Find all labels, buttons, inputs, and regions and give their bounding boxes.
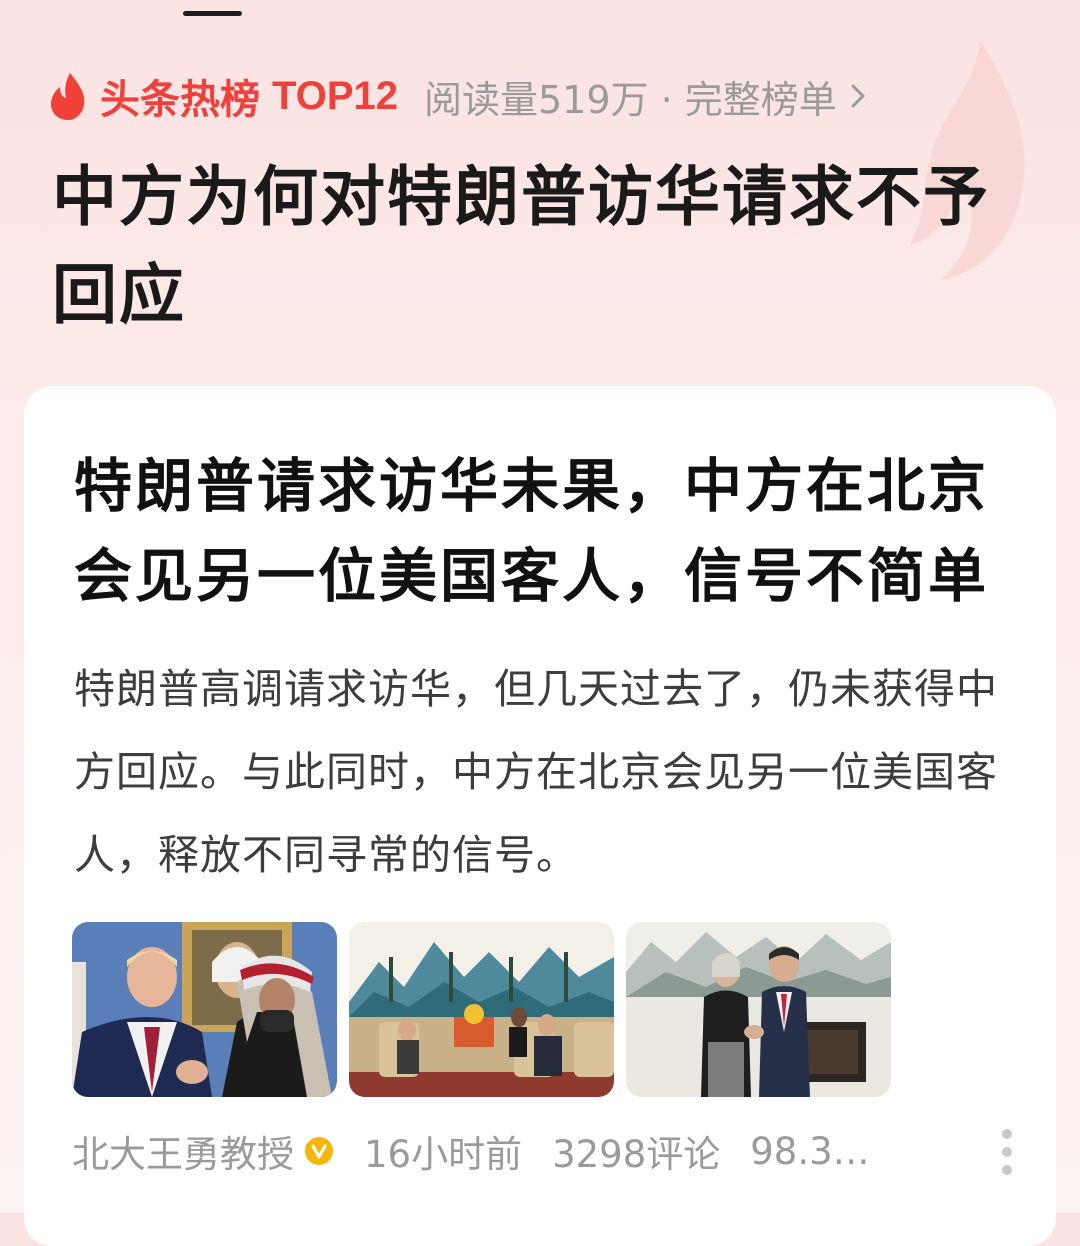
hot-list-bar[interactable]: 头条热榜 TOP12 阅读量519万 · 完整榜单 [48, 68, 948, 124]
read-count-full-list-link[interactable]: 阅读量519万 · 完整榜单 [424, 69, 837, 124]
read-count: 98.3… [750, 1129, 870, 1173]
article-image-3[interactable] [626, 922, 891, 1097]
author-name[interactable]: 北大王勇教授 [72, 1124, 294, 1178]
verified-badge-icon [305, 1137, 333, 1165]
drag-handle[interactable] [183, 11, 242, 16]
hot-list-label: 头条热榜 [100, 78, 260, 122]
comment-count: 3298评论 [552, 1133, 721, 1176]
chevron-right-icon[interactable] [847, 80, 869, 112]
article-meta: 北大王勇教授 16小时前 3298评论 98.3… [72, 1124, 1012, 1178]
hot-list-rank: TOP12 [272, 73, 398, 118]
article-summary[interactable]: 特朗普高调请求访华，但几天过去了，仍未获得中方回应。与此同时，中方在北京会见另一… [74, 648, 1014, 897]
article-card[interactable]: 特朗普请求访华未果，中方在北京会见另一位美国客人，信号不简单 特朗普高调请求访华… [24, 386, 1056, 1246]
fire-icon [51, 73, 85, 120]
publish-time: 16小时前 [364, 1133, 523, 1176]
topic-title: 中方为何对特朗普访华请求不予回应 [52, 160, 991, 331]
article-image-1[interactable] [72, 922, 337, 1097]
article-image-2[interactable] [349, 922, 614, 1097]
article-image-row [72, 922, 891, 1097]
article-title[interactable]: 特朗普请求访华未果，中方在北京会见另一位美国客人，信号不简单 [74, 442, 1014, 622]
more-vertical-icon[interactable] [1000, 1128, 1014, 1176]
